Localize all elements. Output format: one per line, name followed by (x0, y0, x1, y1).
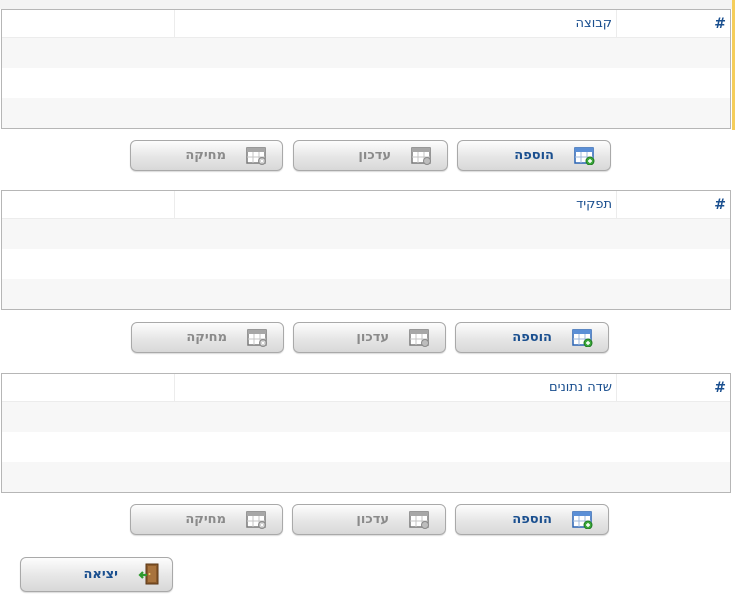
grid-header: # קבוצה (2, 10, 730, 38)
add-button[interactable]: הוספה (455, 322, 609, 353)
grid-edit-icon (411, 147, 431, 165)
top-strip (0, 0, 735, 9)
hash-column-header[interactable]: # (714, 16, 726, 32)
grid-edit-icon (409, 329, 429, 347)
add-button-label: הוספה (512, 330, 552, 345)
grid-delete-icon (247, 329, 267, 347)
data-field-grid: # שדה נתונים (1, 373, 731, 493)
delete-button-label: מחיקה (185, 148, 226, 163)
group-column-header[interactable]: קבוצה (182, 16, 613, 31)
add-button[interactable]: הוספה (457, 140, 611, 171)
grid-add-icon (574, 147, 595, 165)
hash-column-header[interactable]: # (714, 380, 726, 396)
data-field-column-header[interactable]: שדה נתונים (182, 380, 612, 395)
role-column-header[interactable]: תפקיד (182, 197, 612, 212)
table-row[interactable] (2, 432, 730, 462)
table-row[interactable] (2, 38, 730, 68)
delete-button-label: מחיקה (185, 512, 226, 527)
add-button[interactable]: הוספה (455, 504, 609, 535)
role-grid: # תפקיד (1, 190, 731, 310)
column-divider (616, 374, 617, 401)
exit-button[interactable]: יציאה (20, 557, 173, 592)
table-row[interactable] (2, 68, 730, 98)
table-row[interactable] (2, 279, 730, 309)
grid-delete-icon (246, 511, 266, 529)
update-button-label: עדכון (356, 330, 389, 345)
delete-button[interactable]: מחיקה (130, 140, 283, 171)
column-divider (616, 10, 617, 37)
table-row[interactable] (2, 249, 730, 279)
update-button[interactable]: עדכון (292, 504, 446, 535)
delete-button[interactable]: מחיקה (131, 322, 284, 353)
exit-button-label: יציאה (83, 567, 118, 582)
column-divider (174, 374, 175, 401)
delete-button-label: מחיקה (186, 330, 227, 345)
group-grid: # קבוצה (1, 9, 731, 129)
update-button-label: עדכון (356, 512, 389, 527)
add-button-label: הוספה (512, 512, 552, 527)
table-row[interactable] (2, 462, 730, 492)
table-row[interactable] (2, 402, 730, 432)
grid-add-icon (572, 329, 593, 347)
column-divider (174, 10, 175, 37)
add-button-label: הוספה (514, 148, 554, 163)
grid-delete-icon (246, 147, 266, 165)
grid-edit-icon (409, 511, 429, 529)
door-exit-icon (138, 563, 159, 585)
table-row[interactable] (2, 98, 730, 128)
column-divider (616, 191, 617, 218)
table-row[interactable] (2, 219, 730, 249)
update-button[interactable]: עדכון (293, 140, 448, 171)
grid-header: # תפקיד (2, 191, 730, 219)
hash-column-header[interactable]: # (714, 197, 726, 213)
grid-header: # שדה נתונים (2, 374, 730, 402)
column-divider (174, 191, 175, 218)
update-button[interactable]: עדכון (293, 322, 446, 353)
delete-button[interactable]: מחיקה (130, 504, 283, 535)
update-button-label: עדכון (358, 148, 391, 163)
grid-add-icon (572, 511, 593, 529)
